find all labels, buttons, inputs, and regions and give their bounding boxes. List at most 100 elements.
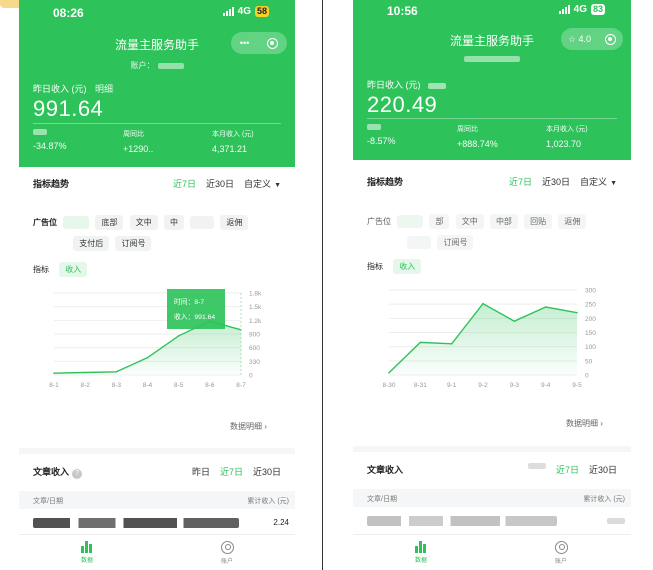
stat-label-redacted [367, 124, 381, 131]
header: 08:26 4G 58 流量主服务助手 ••• 账户： 昨日收入 (元) 明细 … [19, 0, 295, 167]
article-income-label: 文章收入 [33, 467, 70, 477]
detail-link[interactable]: 明细 [95, 84, 113, 94]
tabbar-data-label: 数据 [80, 558, 93, 564]
tabbar-account[interactable]: 账户 [531, 541, 591, 565]
close-icon[interactable] [605, 33, 617, 45]
filter-chip[interactable]: 返佣 [558, 214, 587, 229]
stat-month-income: 本月收入 (元) 1,023.70 [546, 124, 588, 149]
tab-30-days[interactable]: 近30日 [253, 465, 281, 478]
filter-chip[interactable]: 订阅号 [115, 236, 152, 251]
filter-chip[interactable]: 部 [429, 214, 450, 229]
metric-row: 指标 收入 [33, 262, 91, 283]
metric-row: 指标 收入 [367, 259, 425, 280]
filter-chip[interactable]: 支付后 [73, 236, 110, 251]
stat-label: 周同比 [123, 131, 144, 138]
tab-custom-label: 自定义 [580, 177, 608, 187]
header-divider [367, 118, 617, 119]
stat-value: 1,023.70 [546, 139, 582, 149]
trend-row: 指标趋势 近7日 近30日 自定义 ▼ [367, 175, 617, 188]
stat-value: -34.87% [33, 141, 67, 151]
bottom-tabbar: 数据 账户 [353, 534, 631, 570]
x-tick-label: 8-3 [112, 382, 122, 389]
col-article[interactable]: 文章/日期 [33, 496, 63, 506]
x-tick-label: 8-6 [205, 382, 215, 389]
x-tick-label: 8-2 [80, 382, 90, 389]
data-point [513, 320, 516, 322]
trend-row: 指标趋势 近7日 近30日 自定义 ▼ [33, 177, 281, 190]
status-time: 10:56 [387, 4, 418, 18]
help-icon[interactable]: ? [72, 469, 83, 479]
filter-chip[interactable]: 文中 [455, 214, 484, 229]
stat-value: +888.74% [457, 139, 498, 149]
ad-slot-filters: 广告位 x 底部 文中 中 x 返佣 支付后 订阅号 [33, 215, 287, 257]
metric-chip[interactable]: 收入 [59, 262, 88, 277]
star-icon[interactable]: ☆ 4.0 [568, 34, 591, 45]
tab-yesterday[interactable]: 昨日 [192, 465, 210, 478]
tab-custom[interactable]: 自定义 ▼ [244, 177, 281, 190]
filter-chip-redacted[interactable]: x [190, 216, 215, 229]
tab-7-days[interactable]: 近7日 [556, 463, 579, 476]
status-bar: 08:26 4G 58 [19, 6, 295, 20]
more-icon[interactable]: ••• [240, 38, 249, 48]
yesterday-label: 昨日收入 (元) [367, 80, 421, 90]
status-time: 08:26 [53, 6, 84, 20]
mini-program-capsule[interactable]: ☆ 4.0 [561, 28, 623, 50]
y-tick-label: 1.2k [249, 318, 262, 325]
filter-chip[interactable]: 文中 [129, 215, 158, 230]
tabbar-data[interactable]: 数据 [391, 541, 451, 564]
filter-chip-redacted[interactable]: x [397, 215, 424, 228]
filter-chip[interactable]: 中部 [489, 214, 518, 229]
tab-30-days[interactable]: 近30日 [542, 175, 570, 188]
filter-chip-redacted[interactable]: x [63, 216, 90, 229]
stat-label: 周同比 [457, 126, 478, 133]
y-tick-label: 1.5k [249, 304, 262, 311]
filter-chip[interactable]: 返佣 [220, 215, 249, 230]
filter-chip[interactable]: 回贴 [524, 214, 553, 229]
filter-chip-redacted[interactable]: x [407, 236, 432, 249]
status-bar: 10:56 4G 83 [353, 4, 631, 18]
x-tick-label: 8-30 [382, 382, 395, 389]
tab-custom-label: 自定义 [244, 179, 272, 189]
tab-7-days[interactable]: 近7日 [509, 175, 532, 188]
row-income-redacted [607, 518, 625, 524]
mini-program-capsule[interactable]: ••• [231, 32, 287, 54]
data-point [544, 306, 547, 308]
metric-chip[interactable]: 收入 [393, 259, 422, 274]
data-point [419, 341, 422, 344]
tab-custom[interactable]: 自定义 ▼ [580, 175, 617, 188]
yesterday-income-label: 昨日收入 (元) [367, 78, 447, 91]
data-point [177, 335, 180, 337]
table-row[interactable]: 2.24 [33, 514, 289, 534]
col-article[interactable]: 文章/日期 [367, 494, 397, 504]
tab-30-days[interactable]: 近30日 [206, 177, 234, 190]
filter-chip[interactable]: 底部 [95, 215, 124, 230]
y-tick-label: 0 [249, 373, 253, 380]
bottom-tabbar: 数据 账户 [19, 534, 295, 570]
tab-30-days[interactable]: 近30日 [589, 463, 617, 476]
article-income-label: 文章收入 [367, 465, 404, 475]
stat-value: 4,371.21 [212, 144, 248, 154]
data-detail-link[interactable]: 数据明细 › [566, 418, 603, 429]
account-redacted [157, 62, 184, 69]
tabbar-account[interactable]: 账户 [197, 541, 257, 565]
filter-chip[interactable]: 订阅号 [437, 235, 474, 250]
col-income[interactable]: 累计收入 (元) [247, 496, 289, 506]
tooltip-time: 时间：8-7 [174, 297, 204, 306]
yesterday-amount: 991.64 [33, 96, 104, 121]
tab-7-days[interactable]: 近7日 [173, 177, 196, 190]
table-row[interactable] [367, 512, 625, 532]
data-detail-link[interactable]: 数据明细 › [230, 421, 267, 432]
tab-7-days[interactable]: 近7日 [220, 465, 243, 478]
network-label: 4G [237, 6, 251, 17]
y-tick-label: 300 [585, 288, 596, 295]
tabbar-data[interactable]: 数据 [57, 541, 117, 564]
stat-week-over-week: 周同比 +1290.. [123, 129, 153, 154]
data-point [450, 343, 453, 345]
y-tick-label: 150 [585, 330, 596, 337]
user-icon [220, 541, 234, 554]
filter-chip[interactable]: 中 [163, 215, 184, 230]
col-income[interactable]: 累计收入 (元) [583, 494, 625, 504]
close-icon[interactable] [267, 37, 279, 49]
article-income-row: 文章收入 近7日 近30日 [367, 463, 617, 476]
income-chart: 0 50 100 150 200 250 300 8-30 8-31 9-1 9-2 9-3 9-4 9-… [382, 288, 596, 390]
